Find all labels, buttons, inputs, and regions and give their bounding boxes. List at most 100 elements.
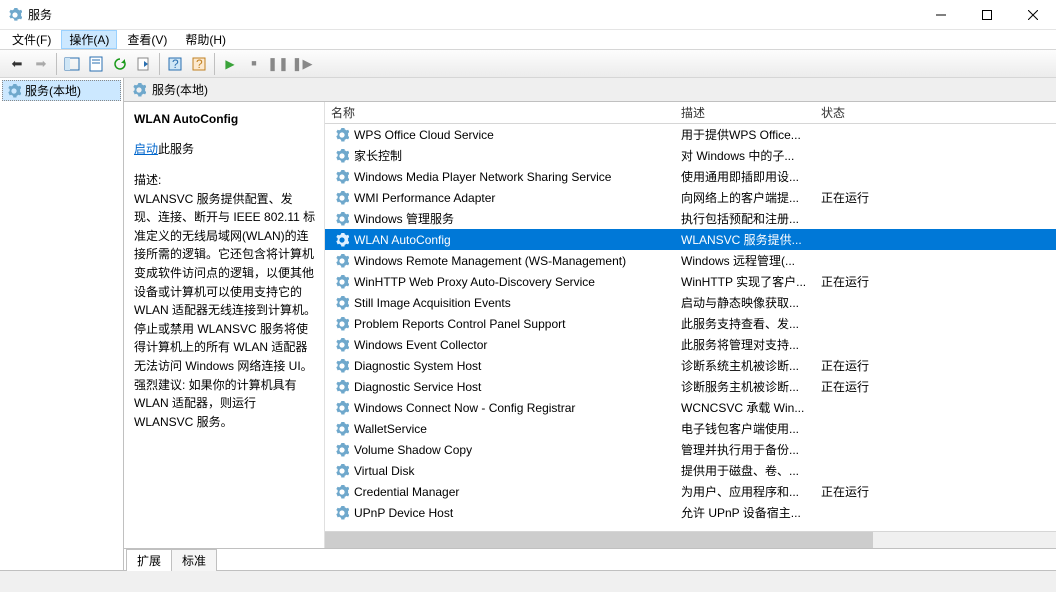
cell-desc: 此服务将管理对支持... [675, 334, 815, 355]
gear-icon [132, 83, 146, 97]
cell-desc: WinHTTP 实现了客户... [675, 271, 815, 292]
properties-button[interactable] [85, 53, 107, 75]
horizontal-scrollbar[interactable] [325, 531, 1056, 548]
start-service-link[interactable]: 启动 [134, 142, 158, 156]
cell-status [815, 502, 955, 523]
service-row[interactable]: Windows 管理服务执行包括预配和注册... [325, 208, 1056, 229]
service-list: 名称 描述 状态 WPS Office Cloud Service用于提供WPS… [324, 102, 1056, 548]
service-row[interactable]: Windows Remote Management (WS-Management… [325, 250, 1056, 271]
cell-desc: 用于提供WPS Office... [675, 124, 815, 145]
cell-desc: 电子钱包客户端使用... [675, 418, 815, 439]
help2-button[interactable]: ? [188, 53, 210, 75]
cell-desc: 允许 UPnP 设备宿主... [675, 502, 815, 523]
service-row[interactable]: Windows Event Collector此服务将管理对支持... [325, 334, 1056, 355]
cell-name: UPnP Device Host [325, 502, 675, 523]
list-header: 名称 描述 状态 [325, 102, 1056, 124]
svg-text:?: ? [172, 57, 179, 71]
description-label: 描述: [134, 171, 316, 190]
cell-name: Diagnostic Service Host [325, 376, 675, 397]
service-row[interactable]: 家长控制对 Windows 中的子... [325, 145, 1056, 166]
cell-status [815, 208, 955, 229]
service-row[interactable]: WLAN AutoConfigWLANSVC 服务提供... [325, 229, 1056, 250]
col-status[interactable]: 状态 [815, 102, 955, 124]
toolbar: ⬅ ➡ ? ? ▶ ■ ❚❚ ❚▶ [0, 50, 1056, 78]
cell-desc: 启动与静态映像获取... [675, 292, 815, 313]
tab-bar: 扩展 标准 [124, 548, 1056, 570]
detail-pane: WLAN AutoConfig 启动此服务 描述: WLANSVC 服务提供配置… [124, 102, 324, 548]
forward-button[interactable]: ➡ [30, 53, 52, 75]
cell-desc: Windows 远程管理(... [675, 250, 815, 271]
menu-action[interactable]: 操作(A) [61, 30, 117, 49]
cell-name: Windows Media Player Network Sharing Ser… [325, 166, 675, 187]
restart-service-button[interactable]: ❚▶ [291, 53, 313, 75]
cell-status [815, 292, 955, 313]
service-row[interactable]: Virtual Disk提供用于磁盘、卷、... [325, 460, 1056, 481]
cell-status: 正在运行 [815, 187, 955, 208]
menu-view[interactable]: 查看(V) [119, 30, 175, 49]
tab-standard[interactable]: 标准 [171, 549, 217, 571]
help-button[interactable]: ? [164, 53, 186, 75]
col-name[interactable]: 名称 [325, 102, 675, 124]
start-service-button[interactable]: ▶ [219, 53, 241, 75]
service-row[interactable]: WalletService电子钱包客户端使用... [325, 418, 1056, 439]
menu-file[interactable]: 文件(F) [4, 30, 59, 49]
right-header: 服务(本地) [124, 78, 1056, 102]
cell-desc: 为用户、应用程序和... [675, 481, 815, 502]
close-button[interactable] [1010, 0, 1056, 30]
cell-desc: 向网络上的客户端提... [675, 187, 815, 208]
gear-icon [7, 84, 21, 98]
cell-desc: 诊断服务主机被诊断... [675, 376, 815, 397]
description-body: WLANSVC 服务提供配置、发现、连接、断开与 IEEE 802.11 标准定… [134, 190, 316, 432]
cell-name: WPS Office Cloud Service [325, 124, 675, 145]
cell-name: WLAN AutoConfig [325, 229, 675, 250]
back-button[interactable]: ⬅ [6, 53, 28, 75]
minimize-button[interactable] [918, 0, 964, 30]
cell-name: 家长控制 [325, 145, 675, 166]
service-row[interactable]: Diagnostic Service Host诊断服务主机被诊断...正在运行 [325, 376, 1056, 397]
title-bar: 服务 [0, 0, 1056, 30]
cell-status [815, 313, 955, 334]
cell-name: Credential Manager [325, 481, 675, 502]
start-suffix: 此服务 [158, 142, 194, 156]
cell-name: Problem Reports Control Panel Support [325, 313, 675, 334]
menu-help[interactable]: 帮助(H) [177, 30, 234, 49]
list-body[interactable]: WPS Office Cloud Service用于提供WPS Office..… [325, 124, 1056, 531]
cell-status [815, 418, 955, 439]
cell-status [815, 250, 955, 271]
service-row[interactable]: Problem Reports Control Panel Support此服务… [325, 313, 1056, 334]
show-hide-tree-button[interactable] [61, 53, 83, 75]
cell-status [815, 166, 955, 187]
status-bar [0, 570, 1056, 592]
app-icon [8, 8, 22, 22]
cell-name: WMI Performance Adapter [325, 187, 675, 208]
maximize-button[interactable] [964, 0, 1010, 30]
stop-service-button[interactable]: ■ [243, 53, 265, 75]
col-desc[interactable]: 描述 [675, 102, 815, 124]
cell-name: WalletService [325, 418, 675, 439]
service-row[interactable]: Windows Media Player Network Sharing Ser… [325, 166, 1056, 187]
cell-name: Volume Shadow Copy [325, 439, 675, 460]
menu-bar: 文件(F) 操作(A) 查看(V) 帮助(H) [0, 30, 1056, 50]
service-row[interactable]: Diagnostic System Host诊断系统主机被诊断...正在运行 [325, 355, 1056, 376]
service-row[interactable]: Credential Manager为用户、应用程序和...正在运行 [325, 481, 1056, 502]
service-row[interactable]: Volume Shadow Copy管理并执行用于备份... [325, 439, 1056, 460]
service-row[interactable]: WPS Office Cloud Service用于提供WPS Office..… [325, 124, 1056, 145]
cell-desc: 此服务支持查看、发... [675, 313, 815, 334]
cell-status [815, 334, 955, 355]
service-row[interactable]: WinHTTP Web Proxy Auto-Discovery Service… [325, 271, 1056, 292]
service-row[interactable]: Windows Connect Now - Config RegistrarWC… [325, 397, 1056, 418]
cell-name: Windows Event Collector [325, 334, 675, 355]
pause-service-button[interactable]: ❚❚ [267, 53, 289, 75]
service-row[interactable]: WMI Performance Adapter向网络上的客户端提...正在运行 [325, 187, 1056, 208]
cell-desc: 管理并执行用于备份... [675, 439, 815, 460]
tab-extended[interactable]: 扩展 [126, 549, 172, 571]
refresh-button[interactable] [109, 53, 131, 75]
tree-root-services-local[interactable]: 服务(本地) [2, 80, 121, 101]
cell-status [815, 229, 955, 250]
svg-text:?: ? [196, 57, 203, 71]
cell-status: 正在运行 [815, 481, 955, 502]
tree-pane: 服务(本地) [0, 78, 124, 570]
service-row[interactable]: UPnP Device Host允许 UPnP 设备宿主... [325, 502, 1056, 523]
export-button[interactable] [133, 53, 155, 75]
service-row[interactable]: Still Image Acquisition Events启动与静态映像获取.… [325, 292, 1056, 313]
